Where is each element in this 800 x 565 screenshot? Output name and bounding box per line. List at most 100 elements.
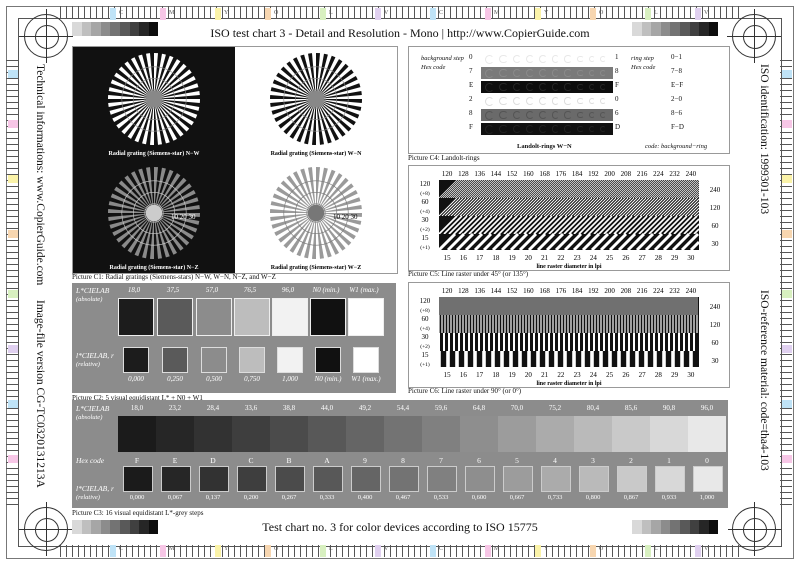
c3-bottom-value: 0,137 — [205, 494, 221, 501]
left-side-text-top: Technical informations: www.CopierGuide.… — [34, 64, 46, 286]
raster-top-tick: 136 — [474, 287, 485, 295]
c1-panel: Radial grating (Siemens-star) N−W Radial… — [72, 46, 398, 274]
c2-row2-label: l*CIELAB, r — [76, 351, 114, 360]
c3-step-bar — [574, 416, 612, 452]
edge-mark — [782, 455, 792, 463]
edge-letter: C — [119, 10, 124, 16]
star-ring-marks: 10 20 30 — [171, 213, 196, 221]
landolt-ring — [512, 110, 522, 120]
c2-top-value: 37,5 — [166, 286, 180, 294]
c3-top-value: 23,2 — [168, 404, 182, 412]
c2-top-value: N0 (min.) — [312, 286, 340, 294]
landolt-ring — [551, 55, 560, 63]
c3-top-value: 75,2 — [548, 404, 562, 412]
c3-bottom-value: 1,000 — [699, 494, 715, 501]
c4-right-code: D — [615, 123, 621, 131]
right-side-text-top: ISO identification: 1999301-103 — [758, 64, 770, 215]
c4-pair-code: 2−0 — [671, 95, 682, 103]
raster-top-tick: 144 — [491, 170, 502, 178]
c3-step-patch — [655, 466, 685, 492]
c3-row3-sub: (relative) — [76, 494, 100, 501]
landolt-ring — [499, 54, 508, 64]
raster-top-tick: 184 — [572, 287, 583, 295]
raster-bottom-tick: 20 — [525, 371, 533, 379]
c2-patch-bottom — [353, 347, 379, 373]
raster-top-tick: 208 — [621, 170, 632, 178]
landolt-row — [481, 123, 613, 135]
raster-bottom-tick: 16 — [460, 254, 468, 262]
raster-left-label: (+8) — [420, 190, 430, 197]
c3-step-bar — [308, 416, 346, 452]
raster-right-label: 30 — [712, 240, 720, 248]
raster-bottom-tick: 27 — [639, 371, 647, 379]
edge-letter: C — [119, 546, 124, 552]
c2-patch-top — [310, 298, 346, 336]
raster-left-label: (+1) — [420, 361, 430, 368]
c2-patch-bottom — [201, 347, 227, 373]
edge-letter: V — [384, 10, 389, 16]
c3-row1-sub: (absolute) — [76, 414, 103, 421]
c3-step-patch — [237, 466, 267, 492]
edge-mark — [590, 8, 596, 20]
landolt-ring — [539, 111, 547, 119]
landolt-row — [481, 53, 613, 65]
edge-letter: Y — [224, 546, 229, 552]
raster-row-bg — [439, 351, 699, 367]
c3-bottom-value: 0,467 — [395, 494, 411, 501]
raster-bottom-tick: 30 — [687, 371, 695, 379]
c2-patch-bottom — [277, 347, 303, 373]
landolt-ring — [512, 82, 522, 92]
c3-row1-label: L*CIELAB — [76, 404, 110, 413]
c3-hex-code: 4 — [553, 456, 557, 465]
c3-top-value: 28,4 — [206, 404, 220, 412]
raster-bottom-tick: 19 — [509, 371, 517, 379]
c4-panel: background step Hex code ring step Hex c… — [408, 46, 730, 154]
c6-caption: Picture C6: Line raster under 90° (or 0°… — [408, 387, 522, 395]
raster-top-tick: 192 — [588, 287, 599, 295]
landolt-ring — [485, 96, 494, 106]
landolt-ring — [564, 55, 572, 63]
landolt-ring — [564, 125, 572, 133]
c2-patch-top — [118, 298, 154, 336]
edge-letter: C — [439, 10, 444, 16]
raster-left-label: 60 — [422, 198, 430, 206]
c3-step-bar — [536, 416, 574, 452]
raster-top-tick: 208 — [621, 287, 632, 295]
landolt-ring — [512, 54, 522, 64]
raster-left-label: (+8) — [420, 307, 430, 314]
c3-step-patch — [389, 466, 419, 492]
c3-bottom-value: 0,667 — [509, 494, 525, 501]
landolt-ring — [485, 68, 494, 78]
c3-step-bar — [612, 416, 650, 452]
c4-bg-step: background step — [421, 55, 464, 62]
landolt-ring — [485, 124, 494, 134]
landolt-row — [481, 67, 613, 79]
star-ring-marks-2: 10 20 30 — [333, 213, 358, 221]
star-label-wz: Radial grating (Siemens-star) W−Z — [271, 264, 361, 271]
edge-mark — [590, 545, 596, 557]
edge-letter: O — [274, 10, 279, 16]
landolt-ring — [576, 97, 584, 105]
raster-left-label: (+2) — [420, 343, 430, 350]
landolt-ring — [600, 125, 607, 133]
landolt-ring — [564, 69, 572, 77]
c4-right-code: 6 — [615, 109, 619, 117]
edge-mark — [695, 545, 701, 557]
edge-letter: L — [329, 546, 333, 552]
edge-mark — [782, 345, 792, 353]
landolt-ring — [526, 96, 535, 106]
c4-left-code: 7 — [469, 67, 473, 75]
star-label-nw: Radial grating (Siemens-star) N−W — [109, 150, 200, 157]
c2-row1-label: L*CIELAB — [76, 286, 110, 295]
landolt-ring — [485, 110, 494, 120]
c4-ring-step: ring step — [631, 55, 654, 62]
c6-raster: 120 15 128 16 136 17 144 18 152 19 160 20 168 21 176 22… — [420, 287, 721, 387]
edge-mark — [8, 70, 18, 78]
c3-hex-label: Hex code — [76, 456, 105, 465]
raster-top-tick: 216 — [637, 170, 648, 178]
footer-title: Test chart no. 3 for color devices accor… — [262, 520, 538, 534]
c3-step-bar — [384, 416, 422, 452]
c3-hex-code: B — [286, 456, 292, 465]
raster-bottom-tick: 28 — [655, 254, 663, 262]
c4-hex-code-2: Hex code — [631, 64, 656, 71]
